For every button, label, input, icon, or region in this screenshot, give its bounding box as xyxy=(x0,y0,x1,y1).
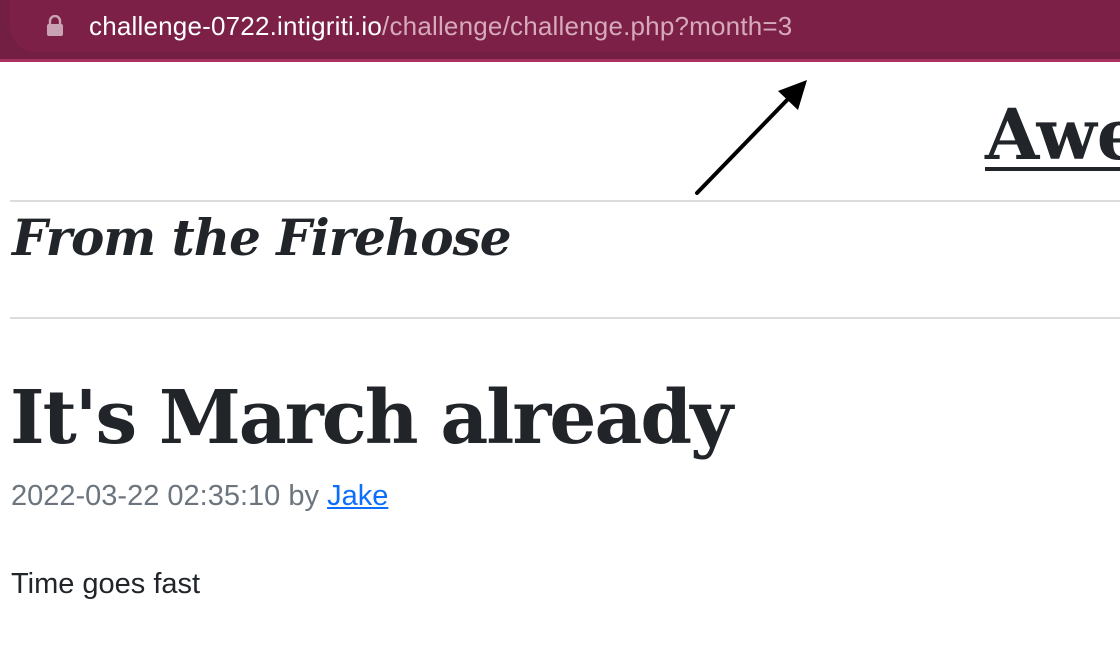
author-link[interactable]: Jake xyxy=(327,480,388,512)
url-field[interactable]: challenge-0722.intigriti.io/challenge/ch… xyxy=(10,0,1120,52)
section-heading: From the Firehose xyxy=(12,208,512,267)
lock-icon[interactable] xyxy=(46,15,64,37)
url-host: challenge-0722.intigriti.io xyxy=(89,11,383,41)
header-divider xyxy=(10,200,1120,202)
post-body: Time goes fast xyxy=(11,568,201,600)
post-title: It's March already xyxy=(10,375,733,461)
url-text[interactable]: challenge-0722.intigriti.io/challenge/ch… xyxy=(89,9,792,43)
post-timestamp: 2022-03-22 02:35:10 xyxy=(11,480,281,512)
arrow-icon xyxy=(695,80,807,195)
browser-address-bar: challenge-0722.intigriti.io/challenge/ch… xyxy=(0,0,1120,62)
post-meta: 2022-03-22 02:35:10 by Jake xyxy=(11,478,388,514)
section-divider xyxy=(10,317,1120,319)
site-title-link[interactable]: Awe xyxy=(985,92,1120,178)
post-by-label: by xyxy=(288,480,319,512)
url-path: /challenge/challenge.php?month=3 xyxy=(382,11,793,41)
